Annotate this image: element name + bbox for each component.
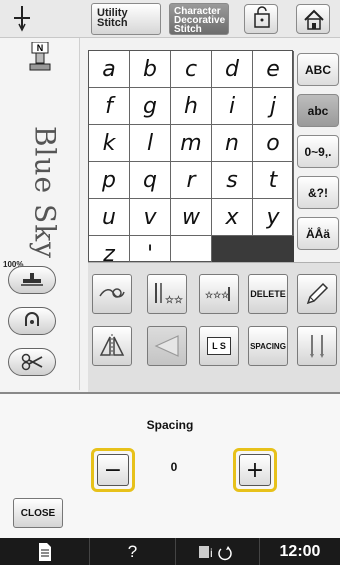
char-key[interactable]: k xyxy=(89,125,130,162)
triangle-left-icon xyxy=(154,335,179,357)
auto-threading-button[interactable] xyxy=(8,307,56,335)
lowercase-button[interactable]: abc xyxy=(297,94,339,127)
edit-tools-panel: ☆☆ ☆☆☆ DELETE L S SPACING xyxy=(88,262,340,392)
char-key[interactable]: u xyxy=(89,199,130,236)
char-key[interactable]: r xyxy=(171,162,212,199)
close-button[interactable]: CLOSE xyxy=(13,498,63,528)
plus-icon: + xyxy=(239,454,271,486)
top-bar: Utility Stitch Character Decorative Stit… xyxy=(0,0,340,38)
char-key[interactable]: f xyxy=(89,88,130,125)
home-button[interactable] xyxy=(296,4,330,34)
char-key[interactable]: x xyxy=(212,199,253,236)
character-grid: a b c d e f g h i j k l m n o p q r s t u v w x y z ' _ xyxy=(88,50,294,273)
status-bar: ? i 12:00 xyxy=(0,538,340,565)
stitch-pattern-button[interactable]: ☆☆ xyxy=(147,274,187,314)
svg-text:☆☆☆: ☆☆☆ xyxy=(205,290,230,300)
char-key[interactable]: w xyxy=(171,199,212,236)
preview-text: Blue Sky xyxy=(28,125,62,259)
spacing-dialog: Spacing − 0 + CLOSE xyxy=(0,392,340,538)
symbols-button[interactable]: &?! xyxy=(297,176,339,209)
svg-text:i: i xyxy=(210,546,213,560)
presser-foot-label: N xyxy=(37,43,44,53)
stitch-preview-button[interactable]: ☆☆☆ xyxy=(199,274,239,314)
edit-button[interactable] xyxy=(297,274,337,314)
document-button[interactable] xyxy=(0,538,90,565)
utility-stitch-tab[interactable]: Utility Stitch xyxy=(91,3,161,35)
accented-button[interactable]: ÄÅä xyxy=(297,217,339,250)
stitch-row-icon: ☆☆☆ xyxy=(205,287,230,301)
char-key[interactable]: m xyxy=(171,125,212,162)
char-key[interactable]: y xyxy=(253,199,294,236)
char-key[interactable]: j xyxy=(253,88,294,125)
char-key[interactable]: t xyxy=(253,162,294,199)
pattern-preview: Blue Sky xyxy=(10,96,70,286)
size-button[interactable] xyxy=(147,326,187,366)
ls-label: L S xyxy=(207,337,231,355)
lock-button[interactable] xyxy=(244,4,278,34)
mirror-icon xyxy=(99,334,125,358)
char-key[interactable]: g xyxy=(130,88,171,125)
thread-cutter-button[interactable] xyxy=(8,348,56,376)
size-ls-button[interactable]: L S xyxy=(199,326,239,366)
thread-loop-icon xyxy=(99,288,125,298)
lock-icon xyxy=(254,6,270,28)
char-key[interactable]: p xyxy=(89,162,130,199)
embroidery-screen: Utility Stitch Character Decorative Stit… xyxy=(0,0,340,565)
spacing-value: 0 xyxy=(170,460,178,474)
char-key[interactable]: h xyxy=(171,88,212,125)
threading-icon xyxy=(25,312,39,326)
char-key[interactable]: n xyxy=(212,125,253,162)
bobbin-winding-icon: i xyxy=(198,545,232,560)
char-key[interactable]: i xyxy=(212,88,253,125)
minus-icon: − xyxy=(97,454,129,486)
char-key[interactable]: b xyxy=(130,51,171,88)
scissors-icon xyxy=(21,353,43,371)
char-key[interactable]: q xyxy=(130,162,171,199)
stitch-pattern-icon: ☆☆ xyxy=(155,283,183,306)
char-key[interactable]: e xyxy=(253,51,294,88)
preview-column: N Blue Sky 100% xyxy=(0,38,80,390)
spacing-button[interactable]: SPACING xyxy=(248,326,288,366)
thread-density-button[interactable] xyxy=(92,274,132,314)
pencil-icon xyxy=(306,282,329,305)
mirror-button[interactable] xyxy=(92,326,132,366)
char-key[interactable]: o xyxy=(253,125,294,162)
character-decorative-stitch-tab[interactable]: Character Decorative Stitch xyxy=(169,3,229,35)
clock: 12:00 xyxy=(279,542,321,560)
decrease-spacing-button[interactable]: − xyxy=(91,448,135,492)
needle-position-icon xyxy=(14,6,30,32)
bobbin-status: i xyxy=(176,538,260,565)
char-key[interactable]: v xyxy=(130,199,171,236)
char-key[interactable]: c xyxy=(171,51,212,88)
uppercase-button[interactable]: ABC xyxy=(297,53,339,86)
presser-foot-icon xyxy=(21,273,43,286)
needle-mode-button[interactable] xyxy=(297,326,337,366)
svg-text:☆☆: ☆☆ xyxy=(165,295,183,306)
presser-foot-icon: N xyxy=(29,42,51,71)
char-key[interactable]: a xyxy=(89,51,130,88)
twin-needle-icon xyxy=(310,335,324,358)
presser-foot-lever-button[interactable] xyxy=(8,266,56,294)
char-key[interactable]: s xyxy=(212,162,253,199)
numbers-button[interactable]: 0~9,. xyxy=(297,135,339,168)
help-button[interactable]: ? xyxy=(90,538,176,565)
char-key[interactable]: l xyxy=(130,125,171,162)
document-icon xyxy=(38,542,51,561)
delete-button[interactable]: DELETE xyxy=(248,274,288,314)
dialog-title: Spacing xyxy=(146,418,194,432)
increase-spacing-button[interactable]: + xyxy=(233,448,277,492)
home-icon xyxy=(304,9,324,30)
char-key[interactable]: d xyxy=(212,51,253,88)
